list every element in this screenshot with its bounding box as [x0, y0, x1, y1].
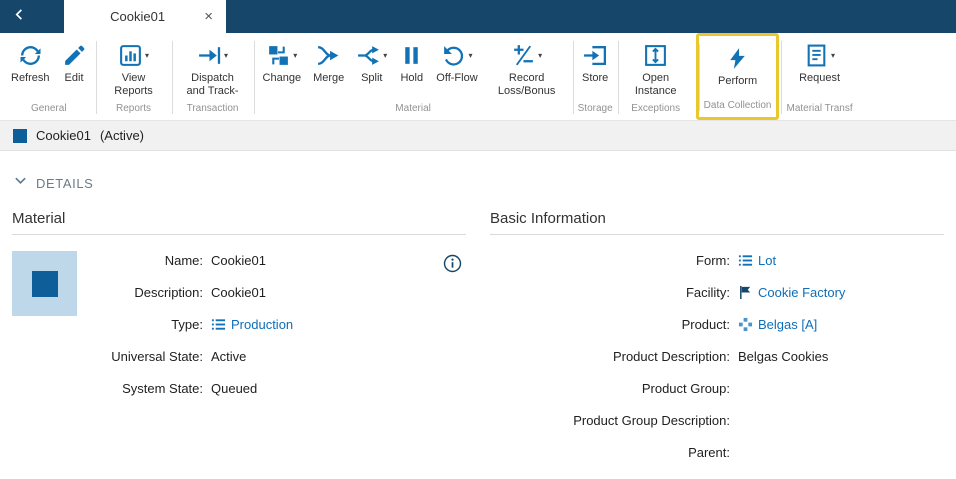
- dropdown-caret-icon: ▾: [468, 51, 472, 60]
- list-icon: [211, 317, 226, 332]
- bar-chart-icon: [118, 43, 143, 68]
- details-content: Material Name: Cookie01 Description: Coo…: [0, 202, 956, 475]
- record-loss-bonus-button[interactable]: ▾ Record Loss/Bonus: [484, 36, 570, 98]
- toolbar-group-material-transfer: ▾ Request Material Transf: [781, 33, 857, 120]
- field-row-universal-state: Universal State: Active: [89, 347, 466, 366]
- merge-arrows-icon: [316, 43, 341, 68]
- material-square-icon: [13, 129, 27, 143]
- group-label-transaction: Transaction: [175, 100, 251, 118]
- open-instance-button[interactable]: Open Instance: [621, 36, 691, 98]
- toolbar-group-data-collection: Perform Data Collection: [696, 33, 780, 120]
- group-label-general: General: [5, 100, 93, 118]
- info-icon[interactable]: [443, 254, 462, 273]
- list-icon: [738, 253, 753, 268]
- field-row-system-state: System State: Queued: [89, 379, 466, 398]
- split-button[interactable]: ▾ Split: [350, 36, 393, 85]
- merge-button[interactable]: Merge: [307, 36, 350, 85]
- context-title: Cookie01: [36, 128, 91, 143]
- edit-button[interactable]: Edit: [56, 36, 93, 85]
- off-flow-button[interactable]: ▾ Off-Flow: [430, 36, 483, 85]
- toolbar-group-general: Refresh Edit General: [2, 33, 96, 120]
- material-name-value: Cookie01: [211, 253, 266, 268]
- flag-icon: [738, 285, 753, 300]
- material-description-value: Cookie01: [211, 285, 266, 300]
- toolbar-group-material: ▾ Change Merge ▾ Split Hold: [254, 33, 573, 120]
- dropdown-caret-icon: ▾: [383, 51, 387, 60]
- group-label-material-transfer: Material Transf: [784, 100, 854, 118]
- universal-state-value: Active: [211, 349, 246, 364]
- refresh-button[interactable]: Refresh: [5, 36, 56, 85]
- plus-minus-icon: [511, 43, 536, 68]
- product-icon: [738, 317, 753, 332]
- back-button[interactable]: [0, 0, 38, 33]
- facility-link[interactable]: Cookie Factory: [738, 285, 845, 300]
- material-thumbnail-square: [32, 271, 58, 297]
- basic-information-heading: Basic Information: [490, 210, 944, 235]
- close-icon[interactable]: ×: [201, 7, 216, 26]
- group-label-storage: Storage: [576, 100, 615, 118]
- dropdown-caret-icon: ▾: [145, 51, 149, 60]
- field-row-description: Description: Cookie01: [89, 283, 466, 302]
- change-swap-icon: [266, 43, 291, 68]
- field-row-product: Product: Belgas [A]: [490, 315, 944, 334]
- group-label-material: Material: [257, 100, 570, 118]
- dispatch-and-track-button[interactable]: ▾ Dispatch and Track-: [175, 36, 251, 98]
- refresh-icon: [18, 43, 43, 68]
- context-status: (Active): [100, 128, 144, 143]
- context-header: Cookie01 (Active): [0, 121, 956, 151]
- hold-button[interactable]: Hold: [393, 36, 430, 85]
- request-button[interactable]: ▾ Request: [793, 36, 846, 85]
- dropdown-caret-icon: ▾: [224, 51, 228, 60]
- perform-button[interactable]: Perform: [712, 39, 763, 88]
- field-row-product-group: Product Group:: [490, 379, 944, 398]
- field-row-parent: Parent:: [490, 443, 944, 462]
- basic-information-panel: Basic Information Form: Lot Facility: Co…: [490, 210, 944, 475]
- tab-cookie01[interactable]: Cookie01 ×: [64, 0, 226, 33]
- open-instance-icon: [643, 43, 668, 68]
- dropdown-caret-icon: ▾: [293, 51, 297, 60]
- field-row-type: Type: Production: [89, 315, 466, 334]
- details-section-label: DETAILS: [36, 176, 93, 191]
- system-state-value: Queued: [211, 381, 257, 396]
- form-link[interactable]: Lot: [738, 253, 776, 268]
- store-box-icon: [583, 43, 608, 68]
- ribbon-toolbar: Refresh Edit General ▾ View Reports Repo…: [0, 33, 956, 121]
- change-button[interactable]: ▾ Change: [257, 36, 308, 85]
- lightning-bolt-icon: [725, 46, 750, 71]
- details-section-toggle[interactable]: DETAILS: [0, 151, 956, 202]
- dropdown-caret-icon: ▾: [831, 51, 835, 60]
- dropdown-caret-icon: ▾: [538, 51, 542, 60]
- undo-arrow-icon: [441, 43, 466, 68]
- tab-title: Cookie01: [74, 9, 201, 24]
- toolbar-group-transaction: ▾ Dispatch and Track- Transaction: [172, 33, 254, 120]
- toolbar-group-storage: Store Storage: [573, 33, 618, 120]
- group-label-exceptions: Exceptions: [621, 100, 691, 118]
- view-reports-button[interactable]: ▾ View Reports: [99, 36, 169, 98]
- pencil-icon: [62, 43, 87, 68]
- group-label-data-collection: Data Collection: [702, 97, 774, 115]
- dispatch-arrow-icon: [197, 43, 222, 68]
- chevron-down-icon: [14, 174, 27, 192]
- field-row-name: Name: Cookie01: [89, 251, 466, 270]
- field-row-form: Form: Lot: [490, 251, 944, 270]
- document-icon: [804, 43, 829, 68]
- pause-icon: [399, 43, 424, 68]
- group-label-reports: Reports: [99, 100, 169, 118]
- product-link[interactable]: Belgas [A]: [738, 317, 817, 332]
- store-button[interactable]: Store: [576, 36, 614, 85]
- material-heading: Material: [12, 210, 466, 235]
- type-link[interactable]: Production: [211, 317, 293, 332]
- material-panel: Material Name: Cookie01 Description: Coo…: [12, 210, 466, 475]
- toolbar-group-reports: ▾ View Reports Reports: [96, 33, 172, 120]
- product-description-value: Belgas Cookies: [738, 349, 828, 364]
- field-row-product-group-description: Product Group Description:: [490, 411, 944, 430]
- toolbar-group-exceptions: Open Instance Exceptions: [618, 33, 694, 120]
- field-row-product-description: Product Description: Belgas Cookies: [490, 347, 944, 366]
- material-thumbnail: [12, 251, 77, 316]
- split-arrows-icon: [356, 43, 381, 68]
- chevron-left-icon: [13, 8, 26, 26]
- top-bar: Cookie01 ×: [0, 0, 956, 33]
- field-row-facility: Facility: Cookie Factory: [490, 283, 944, 302]
